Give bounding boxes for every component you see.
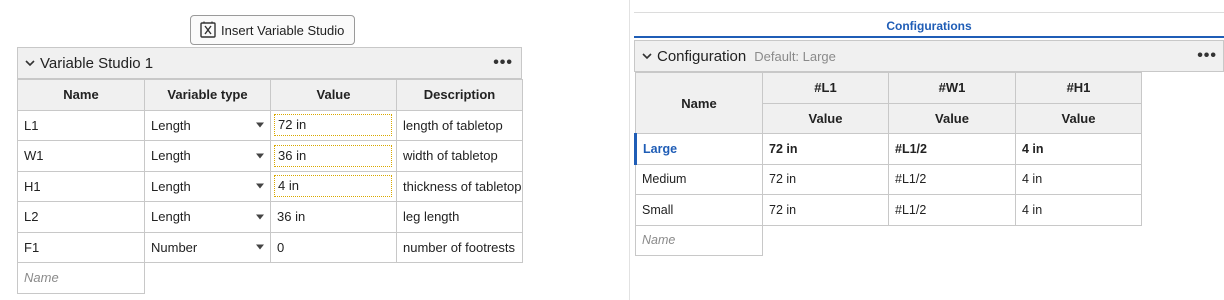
chevron-down-icon[interactable] — [641, 50, 653, 62]
variable-value: 4 in — [274, 175, 392, 198]
variable-table-header-row: Name Variable type Value Description — [17, 79, 523, 111]
configuration-value-cell[interactable]: #L1/2 — [888, 194, 1016, 226]
variable-description-cell[interactable]: length of tabletop — [396, 109, 523, 141]
configurations-panel: Configuration Default: Large ••• Name #L… — [634, 40, 1224, 256]
column-header-variable-type[interactable]: Variable type — [144, 79, 271, 111]
variable-value-cell[interactable]: 0 — [270, 231, 397, 263]
chevron-down-icon[interactable] — [24, 57, 36, 69]
variable-value: 72 in — [274, 114, 392, 137]
configuration-default-label: Default: Large — [754, 48, 836, 64]
table-row[interactable]: Large 72 in #L1/2 4 in — [634, 133, 1142, 165]
column-header-param-w1[interactable]: #W1 — [888, 72, 1016, 104]
parameter-header-row: Name #L1 #W1 #H1 — [635, 72, 1142, 134]
variable-type-select[interactable]: Length — [144, 201, 271, 233]
variable-type-value: Length — [151, 209, 191, 225]
variable-description-cell[interactable]: width of tabletop — [396, 140, 523, 172]
variable-value-cell[interactable]: 36 in — [270, 140, 397, 172]
configurations-tab-title[interactable]: Configurations — [634, 12, 1224, 38]
variable-description-cell[interactable]: thickness of tabletop — [396, 170, 523, 202]
variable-name-cell[interactable]: W1 — [17, 140, 145, 172]
insert-variable-studio-icon — [200, 21, 216, 38]
new-variable-row: Name — [17, 262, 523, 294]
variable-type-select[interactable]: Number — [144, 231, 271, 263]
table-row[interactable]: Small 72 in #L1/2 4 in — [635, 194, 1142, 226]
table-row: L1 Length 72 in length of tabletop — [17, 109, 523, 141]
value-subheader: Value — [762, 102, 889, 134]
table-row: H1 Length 4 in thickness of tabletop — [17, 170, 523, 202]
variable-value: 36 in — [274, 144, 392, 167]
configuration-value-cell[interactable]: 72 in — [762, 133, 889, 165]
caret-down-icon — [256, 153, 264, 159]
configuration-value-cell[interactable]: 4 in — [1015, 133, 1142, 165]
variable-type-select[interactable]: Length — [144, 170, 271, 202]
variable-studio-panel: Variable Studio 1 ••• Name Variable type… — [17, 47, 523, 294]
caret-down-icon — [256, 244, 264, 250]
table-row[interactable]: Medium 72 in #L1/2 4 in — [635, 163, 1142, 195]
page: Insert Variable Studio Variable Studio 1… — [0, 0, 1224, 300]
variable-name-cell[interactable]: F1 — [17, 231, 145, 263]
new-configuration-row: Name — [635, 224, 1142, 256]
variable-type-value: Length — [151, 148, 191, 164]
configuration-value-cell[interactable]: 4 in — [1015, 194, 1142, 226]
configuration-value-cell[interactable]: #L1/2 — [888, 163, 1016, 195]
new-variable-name-input[interactable]: Name — [17, 262, 145, 294]
variable-type-select[interactable]: Length — [144, 140, 271, 172]
insert-variable-studio-label: Insert Variable Studio — [221, 22, 345, 38]
configuration-name-cell[interactable]: Small — [635, 194, 763, 226]
caret-down-icon — [256, 214, 264, 220]
variable-value-cell[interactable]: 4 in — [270, 170, 397, 202]
insert-variable-studio-button[interactable]: Insert Variable Studio — [190, 15, 356, 45]
variable-type-value: Length — [151, 178, 191, 194]
value-subheader: Value — [888, 102, 1016, 134]
variable-name-cell[interactable]: L2 — [17, 201, 145, 233]
table-row: F1 Number 0 number of footrests — [17, 231, 523, 263]
column-header-description[interactable]: Description — [396, 79, 523, 111]
configuration-menu-button[interactable]: ••• — [1197, 47, 1217, 65]
variable-studio-menu-button[interactable]: ••• — [493, 54, 513, 72]
variable-table: Name Variable type Value Description L1 … — [17, 79, 523, 294]
configuration-name-cell[interactable]: Large — [634, 133, 763, 165]
caret-down-icon — [256, 183, 264, 189]
panel-divider — [629, 0, 630, 300]
variable-value-cell[interactable]: 36 in — [270, 201, 397, 233]
configuration-table: Name #L1 #W1 #H1 Value Value Value Large… — [634, 72, 1142, 256]
configuration-name-cell[interactable]: Medium — [635, 163, 763, 195]
configuration-value-cell[interactable]: 72 in — [762, 194, 889, 226]
column-header-param-l1[interactable]: #L1 — [762, 72, 889, 104]
configuration-header: Configuration Default: Large ••• — [634, 40, 1224, 72]
caret-down-icon — [256, 122, 264, 128]
value-subheader: Value — [1015, 102, 1142, 134]
variable-description-cell[interactable]: leg length — [396, 201, 523, 233]
variable-name-cell[interactable]: L1 — [17, 109, 145, 141]
configuration-value-cell[interactable]: 72 in — [762, 163, 889, 195]
variable-name-cell[interactable]: H1 — [17, 170, 145, 202]
configuration-value-cell[interactable]: #L1/2 — [888, 133, 1016, 165]
variable-studio-title: Variable Studio 1 — [40, 54, 154, 72]
table-row: L2 Length 36 in leg length — [17, 201, 523, 233]
variable-value-cell[interactable]: 72 in — [270, 109, 397, 141]
column-header-name[interactable]: Name — [17, 79, 145, 111]
variable-type-value: Number — [151, 239, 198, 255]
column-header-value[interactable]: Value — [270, 79, 397, 111]
configuration-title: Configuration — [657, 47, 747, 65]
variable-description-cell[interactable]: number of footrests — [396, 231, 523, 263]
variable-type-value: Length — [151, 117, 191, 133]
new-configuration-name-input[interactable]: Name — [635, 224, 763, 256]
column-header-param-h1[interactable]: #H1 — [1015, 72, 1142, 104]
variable-type-select[interactable]: Length — [144, 109, 271, 141]
configuration-value-cell[interactable]: 4 in — [1015, 163, 1142, 195]
variable-studio-header: Variable Studio 1 ••• — [17, 47, 522, 79]
table-row: W1 Length 36 in width of tabletop — [17, 140, 523, 172]
column-header-name[interactable]: Name — [635, 72, 763, 134]
